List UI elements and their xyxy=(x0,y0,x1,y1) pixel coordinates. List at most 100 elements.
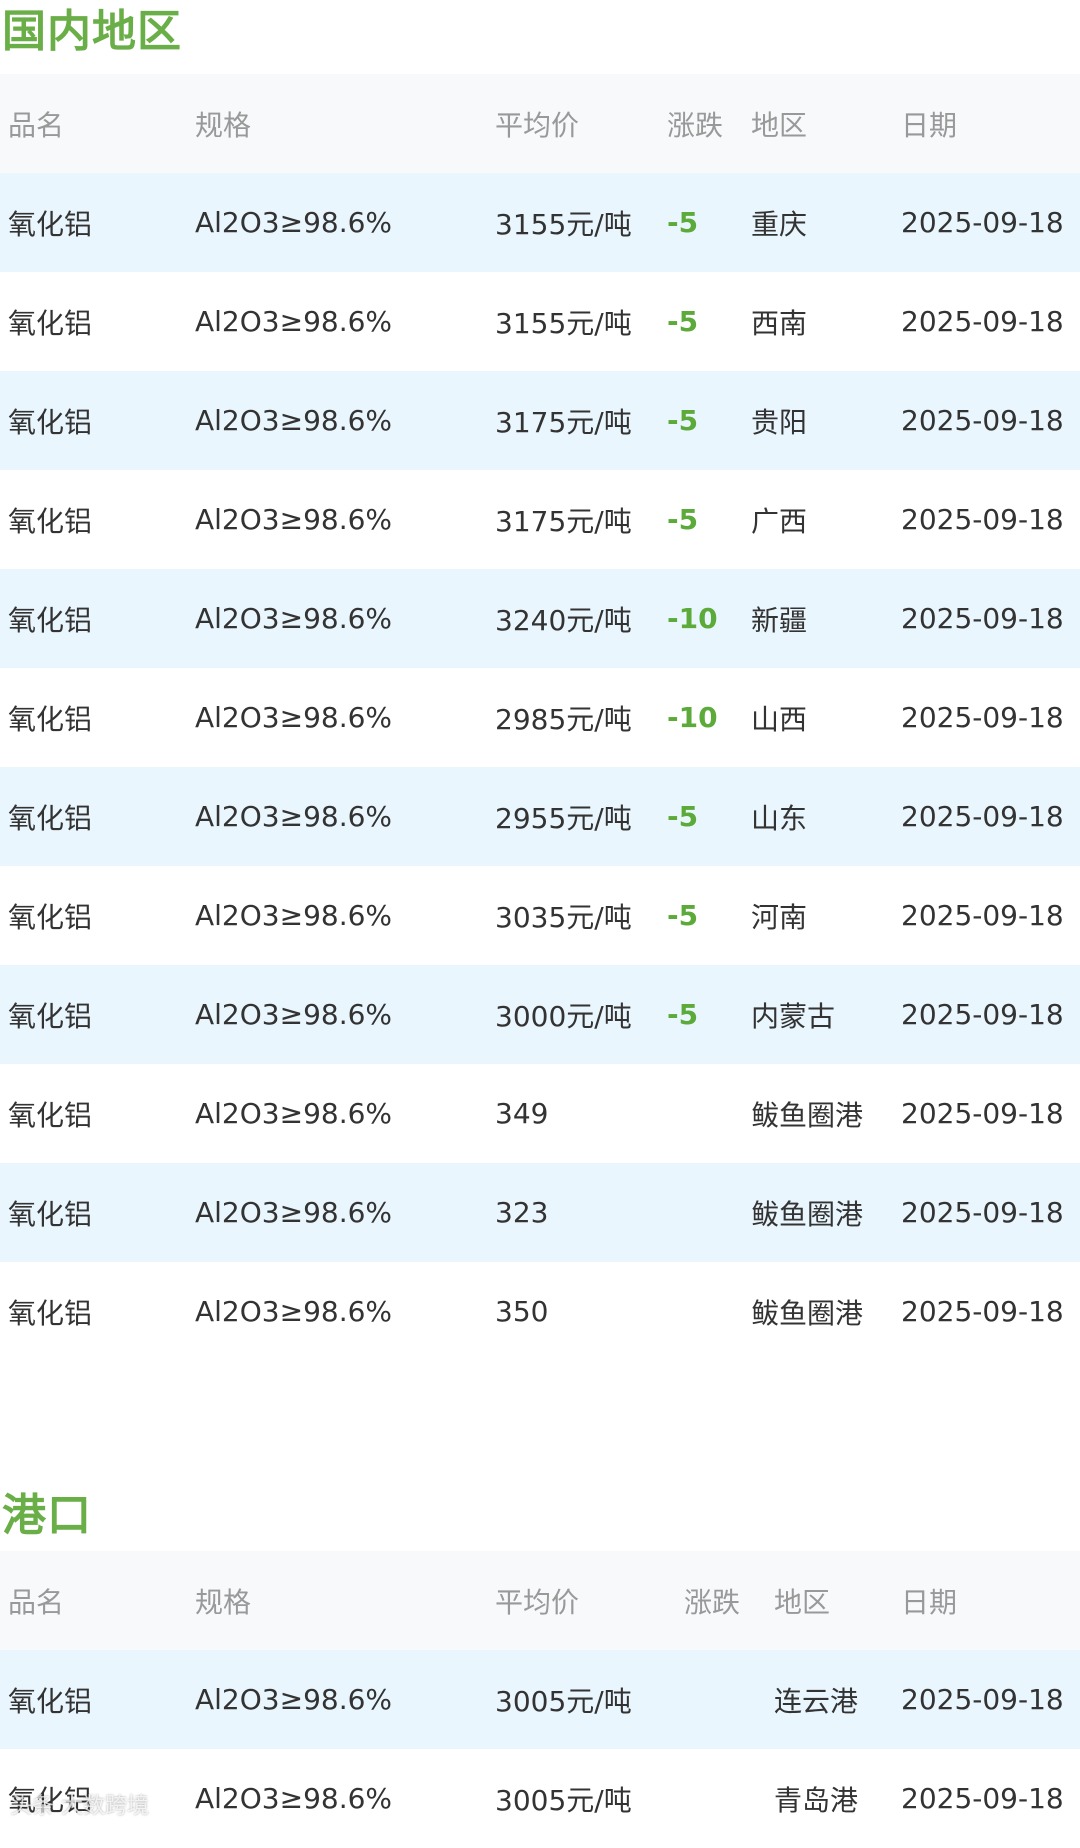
cell-region: 广西 xyxy=(751,504,808,538)
cell-name: 氧化铝 xyxy=(0,1650,195,1749)
table-header-row: 品名 规格 平均价 涨跌 地区 日期 xyxy=(0,1551,1080,1650)
section-title-domestic: 国内地区 xyxy=(2,6,182,57)
cell-spec: Al2O3≥98.6% xyxy=(195,173,495,272)
cell-name: 氧化铝 xyxy=(0,173,195,272)
cell-price: 323 xyxy=(495,1163,667,1262)
table-row: 氧化铝 Al2O3≥98.6% 3175元/吨 -5 贵阳 2025-09-18 xyxy=(0,371,1080,470)
cell-spec: Al2O3≥98.6% xyxy=(195,503,393,536)
cell-region: 山东 xyxy=(751,767,901,866)
cell-region: 鲅鱼圈港 xyxy=(751,1163,901,1262)
table-header-row: 品名 规格 平均价 涨跌 地区 日期 xyxy=(0,74,1080,173)
header-region: 地区 xyxy=(774,1551,901,1650)
cell-spec: Al2O3≥98.6% xyxy=(195,899,393,932)
cell-name: 氧化铝 xyxy=(0,569,195,668)
cell-date: 2025-09-18 xyxy=(901,965,1080,1064)
header-name: 品名 xyxy=(0,1551,195,1650)
cell-date: 2025-09-18 xyxy=(901,173,1080,272)
table-row: 氧化铝 Al2O3≥98.6% 3155元/吨 -5 重庆 2025-09-18 xyxy=(0,173,1080,272)
cell-region: 新疆 xyxy=(751,569,901,668)
header-price: 平均价 xyxy=(495,74,667,173)
cell-price: 3175元/吨 xyxy=(495,371,667,470)
cell-price: 3155元/吨 xyxy=(495,173,667,272)
port-price-table: 品名 规格 平均价 涨跌 地区 日期 氧化铝 Al2O3≥98.6% 3005元/吨… xyxy=(0,1551,1080,1848)
cell-date: 2025-09-18 xyxy=(901,503,1064,536)
cell-change xyxy=(667,1163,751,1262)
section-title-port: 港口 xyxy=(2,1490,92,1541)
cell-change: -5 xyxy=(667,173,751,272)
cell-name: 氧化铝 xyxy=(8,1296,93,1330)
header-change: 涨跌 xyxy=(667,74,751,173)
cell-date: 2025-09-18 xyxy=(901,371,1080,470)
cell-name: 氧化铝 xyxy=(8,900,93,934)
cell-change: -10 xyxy=(667,569,751,668)
table-row: 氧化铝 Al2O3≥98.6% 3175元/吨 -5 广西 2025-09-18 xyxy=(0,470,1080,569)
cell-price: 3035元/吨 xyxy=(495,900,632,934)
cell-price: 3005元/吨 xyxy=(495,1650,684,1749)
table-row: 氧化铝 Al2O3≥98.6% 3155元/吨 -5 西南 2025-09-18 xyxy=(0,272,1080,371)
cell-spec: Al2O3≥98.6% xyxy=(195,569,495,668)
cell-region: 重庆 xyxy=(751,173,901,272)
table-row: 氧化铝 Al2O3≥98.6% 3000元/吨 -5 内蒙古 2025-09-18 xyxy=(0,965,1080,1064)
table-row: 氧化铝 Al2O3≥98.6% 350 鲅鱼圈港 2025-09-18 xyxy=(0,1262,1080,1361)
cell-date: 2025-09-18 xyxy=(901,305,1064,338)
cell-price: 349 xyxy=(495,1097,549,1130)
table-row: 氧化铝 Al2O3≥98.6% 3005元/吨 青岛港 2025-09-18 xyxy=(0,1749,1080,1848)
cell-price: 3005元/吨 xyxy=(495,1783,632,1817)
cell-region: 连云港 xyxy=(774,1650,901,1749)
cell-date: 2025-09-18 xyxy=(901,1163,1080,1262)
cell-price: 2985元/吨 xyxy=(495,702,632,736)
cell-change xyxy=(684,1749,774,1848)
cell-change: -5 xyxy=(667,767,751,866)
cell-spec: Al2O3≥98.6% xyxy=(195,1295,393,1328)
cell-change xyxy=(684,1650,774,1749)
watermark: 头条 大数跨境 xyxy=(10,1794,149,1819)
cell-spec: Al2O3≥98.6% xyxy=(195,1782,393,1815)
cell-date: 2025-09-18 xyxy=(901,569,1080,668)
cell-region: 鲅鱼圈港 xyxy=(751,1296,864,1330)
cell-spec: Al2O3≥98.6% xyxy=(195,767,495,866)
cell-change: -5 xyxy=(667,965,751,1064)
header-date: 日期 xyxy=(901,1551,1080,1650)
cell-change: -5 xyxy=(667,305,699,338)
cell-name: 氧化铝 xyxy=(8,702,93,736)
table-row: 氧化铝 Al2O3≥98.6% 349 鲅鱼圈港 2025-09-18 xyxy=(0,1064,1080,1163)
cell-date: 2025-09-18 xyxy=(901,1295,1064,1328)
header-spec: 规格 xyxy=(195,1551,495,1650)
cell-name: 氧化铝 xyxy=(0,371,195,470)
cell-change: -10 xyxy=(667,701,718,734)
cell-date: 2025-09-18 xyxy=(901,767,1080,866)
cell-spec: Al2O3≥98.6% xyxy=(195,1650,495,1749)
cell-name: 氧化铝 xyxy=(8,1098,93,1132)
cell-region: 贵阳 xyxy=(751,371,901,470)
table-row: 氧化铝 Al2O3≥98.6% 2955元/吨 -5 山东 2025-09-18 xyxy=(0,767,1080,866)
cell-name: 氧化铝 xyxy=(0,965,195,1064)
cell-date: 2025-09-18 xyxy=(901,1097,1064,1130)
table-row: 氧化铝 Al2O3≥98.6% 2985元/吨 -10 山西 2025-09-18 xyxy=(0,668,1080,767)
header-change: 涨跌 xyxy=(684,1551,774,1650)
header-spec: 规格 xyxy=(195,74,495,173)
cell-spec: Al2O3≥98.6% xyxy=(195,701,393,734)
cell-date: 2025-09-18 xyxy=(901,701,1064,734)
cell-region: 山西 xyxy=(751,702,808,736)
cell-region: 西南 xyxy=(751,306,808,340)
cell-date: 2025-09-18 xyxy=(901,1650,1080,1749)
cell-name: 氧化铝 xyxy=(8,504,93,538)
cell-name: 氧化铝 xyxy=(8,306,93,340)
header-date: 日期 xyxy=(901,74,1080,173)
header-name: 品名 xyxy=(0,74,195,173)
cell-spec: Al2O3≥98.6% xyxy=(195,305,393,338)
cell-change: -5 xyxy=(667,371,751,470)
cell-spec: Al2O3≥98.6% xyxy=(195,371,495,470)
cell-spec: Al2O3≥98.6% xyxy=(195,1097,393,1130)
cell-region: 河南 xyxy=(751,900,808,934)
header-price: 平均价 xyxy=(495,1551,684,1650)
cell-change xyxy=(667,1064,751,1163)
cell-price: 2955元/吨 xyxy=(495,767,667,866)
cell-price: 3155元/吨 xyxy=(495,306,632,340)
cell-spec: Al2O3≥98.6% xyxy=(195,965,495,1064)
cell-price: 3240元/吨 xyxy=(495,569,667,668)
cell-region: 鲅鱼圈港 xyxy=(751,1098,864,1132)
table-row: 氧化铝 Al2O3≥98.6% 323 鲅鱼圈港 2025-09-18 xyxy=(0,1163,1080,1262)
header-region: 地区 xyxy=(751,74,901,173)
cell-name: 氧化铝 xyxy=(0,767,195,866)
